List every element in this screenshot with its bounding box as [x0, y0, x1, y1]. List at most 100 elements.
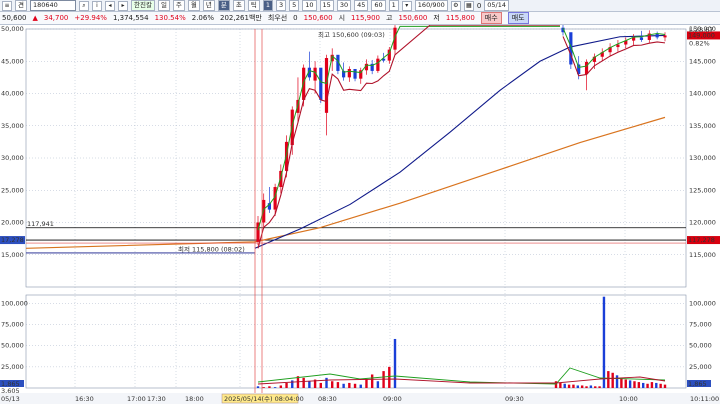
candle-body	[376, 58, 380, 71]
sell-button[interactable]: 매도	[507, 12, 529, 24]
left-volume-tick-label: 100,000	[1, 299, 28, 307]
interval-1[interactable]: 1	[262, 0, 273, 11]
left-tick-label: 45,000	[1, 57, 24, 65]
period-tick[interactable]: 틱	[247, 0, 260, 11]
left-tick-label: 30,000	[1, 154, 24, 162]
chart-toolbar: ≡ 견 180640 ⌕ i ◂ ▸ 한진칼 일 주 월 년 분 초 틱 1 3…	[0, 0, 720, 12]
high-label: 고	[385, 14, 393, 22]
time-label: 10:00	[619, 395, 638, 403]
period-week[interactable]: 주	[172, 0, 185, 11]
turnover: 2.06%	[191, 14, 214, 22]
next-arrow-icon[interactable]: ▸	[117, 0, 128, 11]
price-tick-label: 115,000	[689, 251, 716, 259]
layout-icon[interactable]: ▦	[463, 0, 474, 11]
volume-bar	[319, 382, 322, 388]
info-icon[interactable]: i	[91, 0, 102, 11]
period-month[interactable]: 월	[187, 0, 200, 11]
volume-bar	[359, 384, 362, 388]
volume-bar	[650, 382, 654, 388]
volume-bar	[624, 379, 627, 388]
interval-5[interactable]: 5	[289, 0, 300, 11]
period-minute[interactable]: 분	[217, 0, 230, 11]
zero-value: 0	[293, 14, 298, 22]
volume-ratio: 130.54%	[154, 14, 186, 22]
reference-line-label: 117,941	[27, 220, 54, 228]
volume-bar	[585, 386, 588, 388]
left-volume-tick-label: 25,000	[1, 363, 24, 371]
left-tick-label: 50,000	[1, 25, 24, 33]
buy-button[interactable]: 매수	[480, 12, 502, 24]
candle-body	[262, 199, 266, 223]
interval-15[interactable]: 15	[319, 0, 334, 11]
volume-bar	[563, 383, 566, 388]
volume-bar	[637, 382, 641, 388]
right-price-badge: 117,278	[688, 236, 715, 244]
volume-bar	[567, 384, 571, 388]
date-input[interactable]: 05/14	[484, 0, 510, 11]
change-percent: +29.94%	[74, 14, 107, 22]
volume-bar	[559, 382, 562, 388]
volume-bar	[291, 380, 294, 388]
left-tick-label: 20,000	[1, 219, 24, 227]
ask-price: 150,600	[303, 14, 333, 22]
left-volume-tick-label: 75,000	[1, 321, 24, 329]
volume-tick-label: 75,000	[689, 321, 712, 329]
time-label: 09:30	[505, 395, 524, 403]
volume-bar	[642, 382, 645, 388]
volume-bar	[342, 383, 345, 388]
volume-bar	[646, 383, 649, 388]
stock-code-input[interactable]: 180640	[29, 0, 76, 11]
crosshair-time-label: 2025/05/14(수) 08:04:00	[224, 395, 304, 403]
volume-bar	[302, 377, 305, 388]
interval-45[interactable]: 45	[354, 0, 369, 11]
search-icon[interactable]: ⌕	[78, 0, 89, 11]
period-day[interactable]: 일	[157, 0, 170, 11]
interval-60[interactable]: 60	[371, 0, 386, 11]
interval-30[interactable]: 30	[336, 0, 352, 11]
volume-bar	[607, 371, 610, 388]
high-annotation: 최고 150,600 (09:03)	[318, 30, 385, 39]
volume-bar	[268, 386, 271, 388]
time-label: 16:30	[75, 395, 94, 403]
low-value: 115,800	[445, 14, 475, 22]
price-chart[interactable]: 115,000 15,000 120,000 20,000 125,000 25,000 1…	[0, 25, 720, 404]
left-tick-label: 35,000	[1, 122, 24, 130]
price-tick-label: 120,000	[689, 219, 716, 227]
market-select[interactable]: 견	[15, 0, 27, 11]
prev-arrow-icon[interactable]: ◂	[104, 0, 115, 11]
interval-10[interactable]: 10	[302, 0, 317, 11]
candle-body	[324, 58, 329, 113]
candle-body	[319, 67, 323, 100]
time-label: 17:30	[147, 395, 166, 403]
period-year[interactable]: 년	[202, 0, 215, 11]
volume-tick-label: 50,000	[689, 342, 712, 350]
bar-count[interactable]: 160/900	[414, 0, 448, 11]
volume-bar	[663, 384, 667, 388]
settings-icon[interactable]: ⚙	[450, 0, 461, 11]
interval-custom[interactable]: 1	[388, 0, 399, 11]
volume-bar	[611, 372, 614, 388]
left-tick-label: 40,000	[1, 90, 24, 98]
candle-body	[347, 68, 351, 78]
volume-bar	[348, 382, 351, 388]
period-second[interactable]: 초	[232, 0, 245, 11]
candle-body	[639, 37, 644, 40]
volume-bar	[388, 366, 391, 388]
high-value: 150,600	[398, 14, 428, 22]
left-tick-label: 15,000	[1, 251, 24, 259]
menu-icon[interactable]: ≡	[2, 0, 12, 11]
open-value: 115,900	[351, 14, 380, 22]
volume-bar	[620, 377, 623, 388]
best-bid-label: 최우선	[267, 14, 288, 22]
left-volume-tick-label: 50,000	[1, 342, 24, 350]
volume-bar	[273, 387, 277, 388]
volume-bar	[262, 387, 265, 388]
chevron-down-icon[interactable]: ▾	[401, 0, 412, 11]
volume-bar	[633, 381, 636, 388]
volume-bar	[572, 384, 575, 388]
volume-bar	[308, 381, 311, 388]
right-top-value: 0.82%	[689, 39, 710, 47]
price-tick-label: 145,000	[689, 57, 716, 65]
interval-3[interactable]: 3	[275, 0, 287, 11]
stock-name: 한진칼	[130, 0, 155, 11]
